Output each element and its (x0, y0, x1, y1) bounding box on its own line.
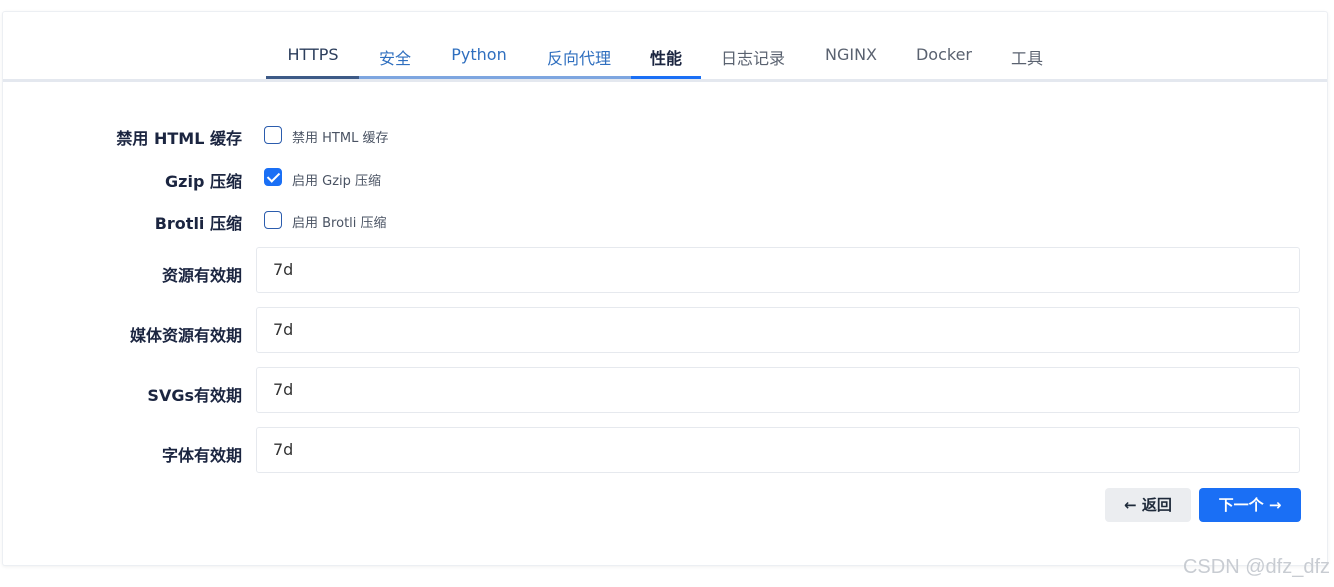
disable-html-cache-label: 禁用 HTML 缓存 (116, 129, 242, 148)
tab-label: 反向代理 (546, 49, 611, 68)
next-button[interactable]: 下一个 → (1199, 488, 1301, 522)
tab-tools[interactable]: 工具 (995, 45, 1059, 77)
brotli-label: Brotli 压缩 (154, 214, 242, 233)
watermark: CSDN @dfz_dfz (1182, 556, 1330, 578)
media-expiry-input[interactable]: 7d (256, 307, 1300, 353)
tab-label: 工具 (1010, 49, 1043, 68)
tab-reverse-proxy[interactable]: 反向代理 (527, 45, 631, 77)
tab-nginx[interactable]: NGINX (809, 45, 893, 77)
tab-progress-python (431, 76, 527, 79)
tab-python[interactable]: Python (431, 45, 527, 77)
brotli-checkbox[interactable] (264, 211, 282, 229)
font-expiry-label: 字体有效期 (161, 446, 242, 465)
tab-progress-https (266, 76, 359, 79)
gzip-checkbox[interactable] (264, 168, 282, 186)
disable-html-cache-checkbox[interactable] (264, 126, 282, 144)
tab-label: Docker (915, 45, 973, 64)
font-expiry-input[interactable]: 7d (256, 427, 1300, 473)
gzip-checkbox-text[interactable]: 启用 Gzip 压缩 (292, 170, 381, 189)
tab-https[interactable]: HTTPS (267, 45, 359, 77)
svg-expiry-label: SVGs有效期 (147, 386, 242, 405)
gzip-label: Gzip 压缩 (165, 172, 242, 191)
tab-label: 安全 (378, 49, 411, 68)
tab-label: Python (451, 45, 507, 64)
tab-label: 日志记录 (720, 49, 785, 68)
tab-logging[interactable]: 日志记录 (705, 45, 801, 77)
tab-label: NGINX (824, 45, 877, 64)
tab-label: 性能 (649, 49, 682, 68)
tab-performance[interactable]: 性能 (631, 45, 701, 77)
brotli-checkbox-text[interactable]: 启用 Brotli 压缩 (292, 212, 387, 231)
svg-expiry-input[interactable]: 7d (256, 367, 1300, 413)
tab-bar: HTTPS 安全 Python 反向代理 性能 日志记录 NGINX Docke… (3, 12, 1327, 82)
tab-label: HTTPS (287, 45, 339, 64)
tab-progress-security (359, 76, 431, 79)
back-button[interactable]: ← 返回 (1105, 488, 1191, 522)
media-expiry-label: 媒体资源有效期 (129, 326, 242, 345)
asset-expiry-input[interactable]: 7d (256, 247, 1300, 293)
tab-progress-performance (631, 76, 701, 79)
asset-expiry-label: 资源有效期 (161, 266, 242, 285)
tab-security[interactable]: 安全 (359, 45, 431, 77)
tab-progress-reverse-proxy (527, 76, 631, 79)
tab-docker[interactable]: Docker (901, 45, 987, 77)
disable-html-cache-checkbox-text[interactable]: 禁用 HTML 缓存 (292, 127, 388, 146)
